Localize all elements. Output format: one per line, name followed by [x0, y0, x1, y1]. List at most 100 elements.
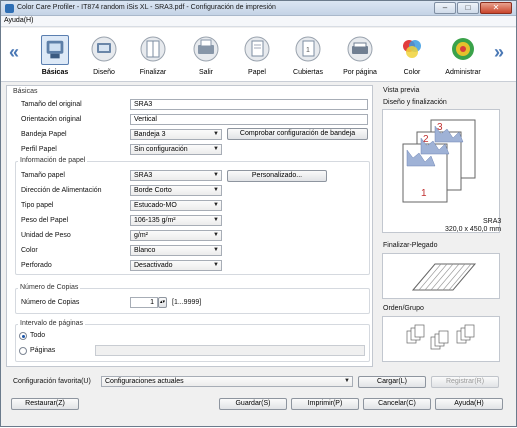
chevron-down-icon: ▼ — [213, 217, 219, 223]
tab-color[interactable]: Color — [388, 33, 436, 79]
tab-diseno[interactable]: Diseño — [80, 33, 128, 79]
paper-weight-value: 106-135 g/m² — [134, 217, 176, 224]
admin-icon — [452, 38, 474, 60]
paper-color-value: Blanco — [134, 247, 156, 254]
paper-size-value: SRA3 — [134, 172, 153, 179]
scroll-left-arrow-icon[interactable]: « — [9, 42, 19, 63]
paper-profile-value: Sin configuración — [134, 146, 188, 153]
tray-value: Bandeja 3 — [134, 131, 166, 138]
tab-cubiertas[interactable]: 1 Cubiertas — [284, 33, 332, 79]
output-icon — [193, 36, 219, 62]
tab-label: Administrar — [445, 69, 481, 76]
tab-salir[interactable]: Salir — [182, 33, 230, 79]
tab-toolbar: « » Básicas Diseño Finalizar Salir Papel… — [1, 28, 516, 82]
tab-label: Papel — [248, 69, 266, 76]
close-button[interactable]: ✕ — [480, 2, 512, 14]
preview-size-name: SRA3 — [483, 218, 502, 225]
settings-panel: Básicas Tamaño del original SRA3 Orienta… — [6, 85, 373, 367]
design-finish-title: Diseño y finalización — [383, 99, 447, 106]
page-range-title: Intervalo de páginas — [18, 320, 86, 327]
paper-profile-dropdown[interactable]: Sin configuración ▼ — [130, 144, 222, 155]
app-icon — [5, 4, 14, 13]
paper-color-dropdown[interactable]: Blanco ▼ — [130, 245, 222, 256]
punched-dropdown[interactable]: Desactivado ▼ — [130, 260, 222, 271]
favorite-label: Configuración favorita(U) — [13, 378, 91, 385]
cancel-button[interactable]: Cancelar(C) — [363, 398, 431, 410]
tray-label: Bandeja Papel — [21, 131, 67, 138]
weight-unit-value: g/m² — [134, 232, 148, 239]
weight-unit-label: Unidad de Peso — [21, 232, 71, 239]
stepper-arrows-icon: ▴▾ — [159, 299, 166, 305]
help-button[interactable]: Ayuda(H) — [435, 398, 503, 410]
tab-label: Diseño — [93, 69, 115, 76]
chevron-down-icon: ▼ — [213, 131, 219, 137]
orientation-label: Orientación original — [21, 116, 82, 123]
color-icon — [403, 40, 421, 58]
copies-input[interactable]: 1 — [130, 297, 158, 308]
all-pages-radio[interactable] — [19, 332, 27, 340]
preview-pane: Vista previa Diseño y finalización 1 2 3… — [379, 85, 512, 367]
finish-icon — [140, 36, 166, 62]
chevron-down-icon: ▼ — [213, 262, 219, 268]
chevron-down-icon: ▼ — [344, 378, 350, 384]
feed-direction-value: Borde Corto — [134, 187, 172, 194]
tab-label: Finalizar — [139, 69, 167, 76]
paper-weight-dropdown[interactable]: 106-135 g/m² ▼ — [130, 215, 222, 226]
pages-input[interactable] — [95, 345, 365, 356]
paper-icon — [244, 36, 270, 62]
page-number-2: 2 — [423, 134, 429, 145]
tab-label: Salir — [198, 69, 213, 76]
preview-title: Vista previa — [383, 87, 420, 94]
check-tray-button[interactable]: Comprobar configuración de bandeja — [227, 128, 368, 140]
orientation-field[interactable]: Vertical — [130, 114, 368, 125]
weight-unit-dropdown[interactable]: g/m² ▼ — [130, 230, 222, 241]
tray-dropdown[interactable]: Bandeja 3 ▼ — [130, 129, 222, 140]
copies-range: [1...9999] — [172, 299, 202, 306]
preview-size-dims: 320,0 x 450,0 mm — [445, 226, 502, 233]
fold-preview-box — [382, 253, 500, 299]
basicas-group-title: Básicas — [13, 88, 38, 95]
window-title: Color Care Profiler - IT874 random iSis … — [17, 4, 276, 11]
original-size-label: Tamaño del original — [21, 101, 82, 108]
tab-papel[interactable]: Papel — [233, 33, 281, 79]
tab-basicas[interactable]: Básicas — [31, 33, 79, 79]
punched-value: Desactivado — [134, 262, 173, 269]
print-button[interactable]: Imprimir(P) — [291, 398, 359, 410]
paper-size-dropdown[interactable]: SRA3 ▼ — [130, 170, 222, 181]
chevron-down-icon: ▼ — [213, 187, 219, 193]
copies-group-title: Número de Copias — [18, 284, 81, 291]
restore-button[interactable]: Restaurar(Z) — [11, 398, 79, 410]
design-preview-box: 1 2 3 SRA3 320,0 x 450,0 mm — [382, 109, 502, 233]
print-settings-window: Color Care Profiler - IT874 random iSis … — [0, 0, 517, 427]
register-button[interactable]: Registrar(R) — [431, 376, 499, 388]
load-button[interactable]: Cargar(L) — [358, 376, 426, 388]
feed-direction-label: Dirección de Alimentación — [21, 187, 102, 194]
chevron-down-icon: ▼ — [213, 247, 219, 253]
copies-stepper[interactable]: ▴▾ — [158, 297, 167, 308]
copies-label: Número de Copias — [21, 299, 80, 306]
feed-direction-dropdown[interactable]: Borde Corto ▼ — [130, 185, 222, 196]
favorite-dropdown[interactable]: Configuraciones actuales ▼ — [101, 376, 353, 387]
maximize-button[interactable]: □ — [457, 2, 479, 14]
pages-radio[interactable] — [19, 347, 27, 355]
save-button[interactable]: Guardar(S) — [219, 398, 287, 410]
paper-color-label: Color — [21, 247, 38, 254]
paper-type-label: Tipo papel — [21, 202, 54, 209]
bottom-bar: Configuración favorita(U) Configuracione… — [1, 373, 516, 428]
menu-help[interactable]: Ayuda(H) — [4, 17, 33, 24]
tab-administrar[interactable]: Administrar — [439, 33, 487, 79]
scroll-right-arrow-icon[interactable]: » — [494, 42, 504, 63]
chevron-down-icon: ▼ — [213, 172, 219, 178]
chevron-down-icon: ▼ — [213, 232, 219, 238]
basic-icon — [41, 35, 69, 65]
tab-finalizar[interactable]: Finalizar — [129, 33, 177, 79]
custom-size-button[interactable]: Personalizado... — [227, 170, 327, 182]
chevron-down-icon: ▼ — [213, 146, 219, 152]
minimize-button[interactable]: – — [434, 2, 456, 14]
fold-title: Finalizar-Plegado — [383, 242, 438, 249]
punched-label: Perforado — [21, 262, 52, 269]
paper-size-label: Tamaño papel — [21, 172, 65, 179]
paper-type-dropdown[interactable]: Estucado-MO ▼ — [130, 200, 222, 211]
original-size-field[interactable]: SRA3 — [130, 99, 368, 110]
tab-por-pagina[interactable]: Por página — [336, 33, 384, 79]
